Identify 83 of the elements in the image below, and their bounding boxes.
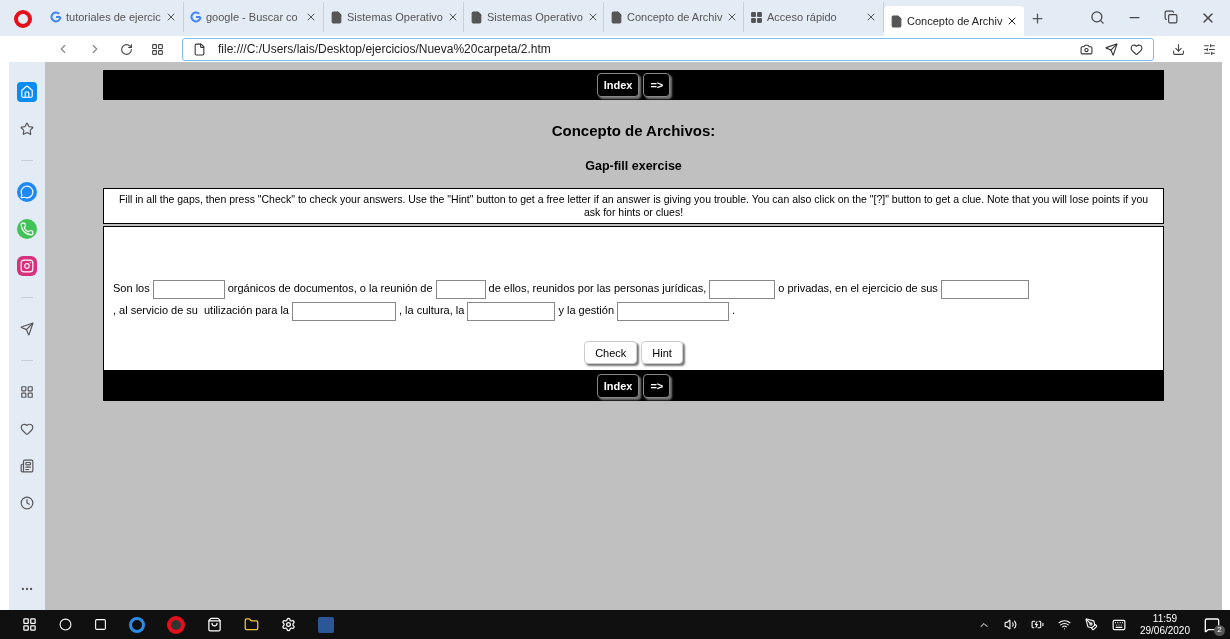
gap-input-field[interactable] [709,279,776,299]
clock-time[interactable]: 11:59 [1152,612,1178,625]
sentence-text: , al servicio de su [113,304,198,317]
store-icon[interactable] [207,617,222,632]
document-icon [193,42,206,56]
instructions-text: Fill in all the gaps, then press "Check" to check your answers. Use the "Hint" button to get a free letter if an answer is giving you trouble. You can also click on the "[?]" button to get a clue. Note that you will lose points if you ask for hints or clues! [103,188,1164,225]
battery-icon[interactable] [1030,618,1044,631]
tab-title: google - Buscar co [206,9,299,25]
clock-date[interactable]: 29/06/2020 [1139,624,1190,637]
close-icon[interactable] [447,11,459,23]
search-icon[interactable] [59,618,72,631]
google-logo-icon [50,11,62,23]
sentence-text: , la cultura, la [399,304,465,317]
browser-tab[interactable]: Concepto de Archiv [604,2,744,32]
browser-tab[interactable]: tutoriales de ejercic [44,2,184,32]
tab-title: Sistemas Operativo [347,9,443,25]
google-logo-icon [190,11,202,23]
close-icon[interactable] [165,11,177,23]
notification-count: 2 [1214,624,1225,636]
browser-tab[interactable]: Concepto de Archiv [884,6,1024,36]
next-button[interactable]: => [643,73,671,97]
start-icon[interactable] [22,617,37,632]
pen-icon[interactable] [1084,618,1098,631]
send-icon[interactable] [1105,42,1118,56]
page-title: Concepto de Archivos: [550,121,717,141]
tab-title: Concepto de Archiv [907,13,1003,29]
gap-input-field[interactable] [467,301,556,321]
next-button[interactable]: => [643,374,671,399]
browser-tab[interactable]: Sistemas Operativo [324,2,464,32]
hint-button[interactable]: Hint [641,341,683,365]
camera-icon[interactable] [1080,42,1093,56]
restore-icon[interactable] [1164,10,1178,24]
gap-input-field[interactable] [940,279,1029,299]
wifi-icon[interactable] [1057,618,1071,631]
heart-icon[interactable] [1130,42,1143,56]
tab-title: tutoriales de ejercic [66,9,161,25]
download-icon[interactable] [1172,42,1185,56]
speaker-icon[interactable] [1003,618,1017,631]
new-tab-icon[interactable] [1030,11,1045,26]
document-icon [470,10,483,24]
index-button[interactable]: Index [596,374,640,399]
sentence-text: . [732,304,736,317]
document-icon [610,10,623,24]
grid-icon[interactable] [151,42,164,56]
page-subtitle: Gap-fill exercise [584,157,683,175]
browser-logo-icon[interactable] [167,615,185,634]
gap-input-field[interactable] [292,301,396,321]
document-icon [330,10,343,24]
task-view-icon[interactable] [94,618,107,631]
browser-tab[interactable]: google - Buscar co [184,2,324,32]
browser-tab[interactable]: Sistemas Operativo [464,2,604,32]
sentence-text: utilización para la [204,304,289,317]
chat-bubble-icon[interactable] [17,182,37,202]
browser-e-icon[interactable] [129,616,145,633]
gap-input-field[interactable] [152,279,225,299]
sentence-text: Son los [113,282,150,295]
browser-logo-icon[interactable] [14,10,32,28]
tab-title: Concepto de Archiv [627,9,723,25]
gap-input-field[interactable] [617,301,730,321]
sentence-text: orgánicos de documentos, o la reunión de [227,282,433,295]
close-icon[interactable] [865,11,877,23]
keyboard-icon[interactable] [1111,617,1126,632]
close-icon[interactable] [587,11,599,23]
settings-icon[interactable] [1203,42,1216,56]
folder-icon[interactable] [244,617,259,632]
home-icon[interactable] [17,82,37,102]
reload-icon[interactable] [120,42,133,56]
tab-title: Acceso rápido [767,9,838,25]
url-text: file:///C:/Users/lais/Desktop/ejercicios/Nueva%20carpeta/2.htm [218,41,552,58]
gap-input-field[interactable] [435,279,486,299]
grid-icon [750,10,763,24]
settings-icon[interactable] [281,617,296,632]
sentence-text: de ellos, reunidos por las personas jurídicas, [488,282,707,295]
index-button[interactable]: Index [596,73,640,97]
search-icon[interactable] [1090,10,1105,25]
document-icon [890,14,903,28]
address-bar[interactable]: file:///C:/Users/lais/Desktop/ejercicios/Nueva%20carpeta/2.htm [182,37,1154,61]
word-icon[interactable] [318,616,334,633]
sentence-text: y la gestión [558,304,615,317]
check-button[interactable]: Check [584,341,638,365]
sentence-text: o privadas, en el ejercicio de sus [778,282,938,295]
tab-title: Sistemas Operativo [487,9,583,25]
close-icon[interactable] [305,11,317,23]
